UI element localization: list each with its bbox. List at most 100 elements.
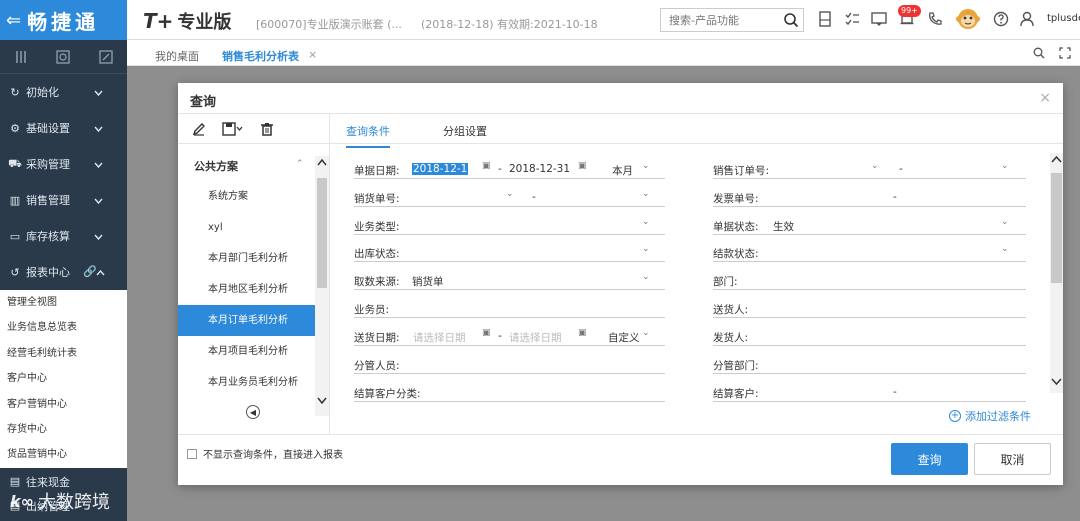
sidebar-item-init[interactable]: ↻ 初始化: [0, 74, 127, 110]
date-to-value[interactable]: 2018-12-31: [509, 163, 570, 175]
search-input[interactable]: [669, 13, 777, 27]
tab-group-settings[interactable]: 分组设置: [443, 123, 487, 139]
chevron-down-icon[interactable]: ⌄: [1001, 217, 1009, 227]
sale-no-field[interactable]: 销货单号: ⌄ - ⌄: [354, 187, 665, 207]
invoice-no-field[interactable]: 发票单号: -: [713, 187, 1026, 207]
chevron-down-icon[interactable]: ⌄: [1001, 244, 1009, 254]
sidebar-item-report[interactable]: ↺ 报表中心 🔗: [0, 254, 127, 290]
message-icon[interactable]: [870, 10, 888, 28]
biz-type-field[interactable]: 业务类型: ⌄: [354, 215, 665, 235]
salesman-field[interactable]: 业务员:: [354, 298, 665, 318]
search-box[interactable]: [660, 8, 804, 32]
doc-search-icon[interactable]: [56, 49, 71, 64]
scheme-item[interactable]: 本月项目毛利分析: [178, 336, 315, 367]
doc-status-field[interactable]: 单据状态: 生效 ⌄: [713, 215, 1026, 235]
delete-icon[interactable]: [260, 122, 274, 136]
sidebar-item-inventory[interactable]: ▭ 库存核算: [0, 218, 127, 254]
doc-date-field[interactable]: 单据日期: 2018-12-1 ▣ - 2018-12-31 ▣ 本月 ⌄: [354, 159, 665, 179]
submenu-item[interactable]: 货品营销中心: [0, 442, 127, 467]
user-icon[interactable]: [1018, 10, 1036, 28]
help-icon[interactable]: [992, 10, 1010, 28]
calendar-icon[interactable]: ▣: [578, 161, 587, 171]
scheme-item[interactable]: xyl: [178, 212, 315, 243]
scheme-item-selected[interactable]: 本月订单毛利分析: [178, 305, 315, 336]
submenu-item[interactable]: 客户营销中心: [0, 392, 127, 417]
chevron-down-icon[interactable]: ⌄: [642, 189, 650, 199]
submenu-item[interactable]: 管理全视图: [0, 290, 127, 315]
chevron-up-icon[interactable]: [1051, 153, 1062, 166]
fullscreen-icon[interactable]: [1059, 47, 1071, 59]
submenu-item[interactable]: 客户中心: [0, 366, 127, 391]
deliverer-field[interactable]: 送货人:: [713, 298, 1026, 318]
bookmark-icon[interactable]: [816, 10, 834, 28]
phone-icon[interactable]: [926, 10, 944, 28]
query-button[interactable]: 查询: [891, 443, 968, 475]
tab-query-conditions[interactable]: 查询条件: [346, 123, 390, 148]
user-name[interactable]: tplusdemo: [1047, 13, 1080, 24]
checkbox-box[interactable]: [187, 448, 197, 459]
manager-field[interactable]: 分管人员:: [354, 354, 665, 374]
cancel-button[interactable]: 取消: [974, 443, 1051, 475]
chevron-down-icon[interactable]: ⌄: [642, 161, 650, 171]
save-dropdown-icon[interactable]: [222, 121, 244, 136]
checklist-icon[interactable]: [843, 10, 861, 28]
chevron-down-icon[interactable]: [317, 396, 327, 407]
sidebar-item-basic[interactable]: ⚙ 基础设置: [0, 110, 127, 146]
settle-status-field[interactable]: 结款状态: ⌄: [713, 242, 1026, 262]
scheme-scrollbar[interactable]: [315, 156, 329, 416]
chevron-down-icon[interactable]: ⌄: [506, 189, 514, 199]
chevron-down-icon[interactable]: ⌄: [642, 217, 650, 227]
search-icon[interactable]: [783, 12, 799, 28]
scheme-item[interactable]: 本月部门毛利分析: [178, 243, 315, 274]
scheme-item[interactable]: 系统方案: [178, 181, 315, 212]
tab-home[interactable]: 我的桌面: [155, 48, 199, 64]
out-status-field[interactable]: 出库状态: ⌄: [354, 242, 665, 262]
date-from-placeholder[interactable]: 请选择日期: [413, 330, 466, 345]
mgr-dept-field[interactable]: 分管部门:: [713, 354, 1026, 374]
submenu-item[interactable]: 存货中心: [0, 417, 127, 442]
chevron-down-icon[interactable]: ⌄: [1001, 161, 1009, 171]
scheme-item[interactable]: 本月地区毛利分析: [178, 274, 315, 305]
calendar-icon[interactable]: ▣: [482, 161, 491, 171]
settle-customer-field[interactable]: 结算客户: -: [713, 382, 1026, 402]
source-field[interactable]: 取数来源: 销货单 ⌄: [354, 270, 665, 290]
shipper-field[interactable]: 发货人:: [713, 326, 1026, 346]
columns-icon[interactable]: [14, 50, 28, 64]
scrollbar-thumb[interactable]: [1051, 173, 1062, 283]
dept-field[interactable]: 部门:: [713, 270, 1026, 290]
conditions-scrollbar[interactable]: [1050, 153, 1063, 393]
link-icon[interactable]: 🔗: [83, 265, 97, 278]
date-to-placeholder[interactable]: 请选择日期: [509, 330, 562, 345]
sidebar-item-sales[interactable]: ▥ 销售管理: [0, 182, 127, 218]
edit-icon[interactable]: [192, 122, 206, 136]
scheme-group-header[interactable]: 公共方案: [194, 158, 238, 174]
tab-close-icon[interactable]: ×: [308, 48, 317, 61]
date-preset[interactable]: 自定义: [608, 330, 640, 345]
date-preset[interactable]: 本月: [612, 163, 633, 178]
chevron-down-icon[interactable]: ⌄: [642, 328, 650, 338]
chevron-down-icon[interactable]: ⌄: [642, 244, 650, 254]
account-info[interactable]: [600070]专业版演示账套 (...: [256, 16, 402, 32]
chevron-down-icon[interactable]: ⌄: [642, 272, 650, 282]
calendar-icon[interactable]: ▣: [482, 328, 491, 338]
search-icon[interactable]: [1033, 47, 1045, 59]
submenu-item[interactable]: 业务信息总览表: [0, 315, 127, 340]
chevron-up-icon[interactable]: [317, 158, 327, 169]
skip-conditions-checkbox[interactable]: 不显示查询条件，直接进入报表: [187, 446, 343, 461]
calendar-icon[interactable]: ▣: [578, 328, 587, 338]
delivery-date-field[interactable]: 送货日期: 请选择日期 ▣ - 请选择日期 ▣ 自定义 ⌄: [354, 326, 665, 346]
close-icon[interactable]: ×: [1039, 90, 1051, 106]
order-no-field[interactable]: 销售订单号: ⌄ - ⌄: [713, 159, 1026, 179]
submenu-item[interactable]: 经营毛利统计表: [0, 341, 127, 366]
add-filter-button[interactable]: + 添加过滤条件: [949, 408, 1031, 424]
mascot-icon[interactable]: [955, 6, 981, 32]
chevron-down-icon[interactable]: ⌄: [871, 161, 879, 171]
sidebar-item-purchase[interactable]: ⛟ 采购管理: [0, 146, 127, 182]
edit-doc-icon[interactable]: [99, 49, 113, 64]
customer-class-field[interactable]: 结算客户分类:: [354, 382, 665, 402]
chevron-up-icon[interactable]: ⌃: [296, 159, 304, 169]
scheme-item[interactable]: 本月业务员毛利分析: [178, 367, 315, 398]
chevron-down-icon[interactable]: [1051, 375, 1062, 388]
exit-icon[interactable]: ⇐: [6, 10, 21, 31]
date-from-value[interactable]: 2018-12-1: [412, 163, 469, 175]
